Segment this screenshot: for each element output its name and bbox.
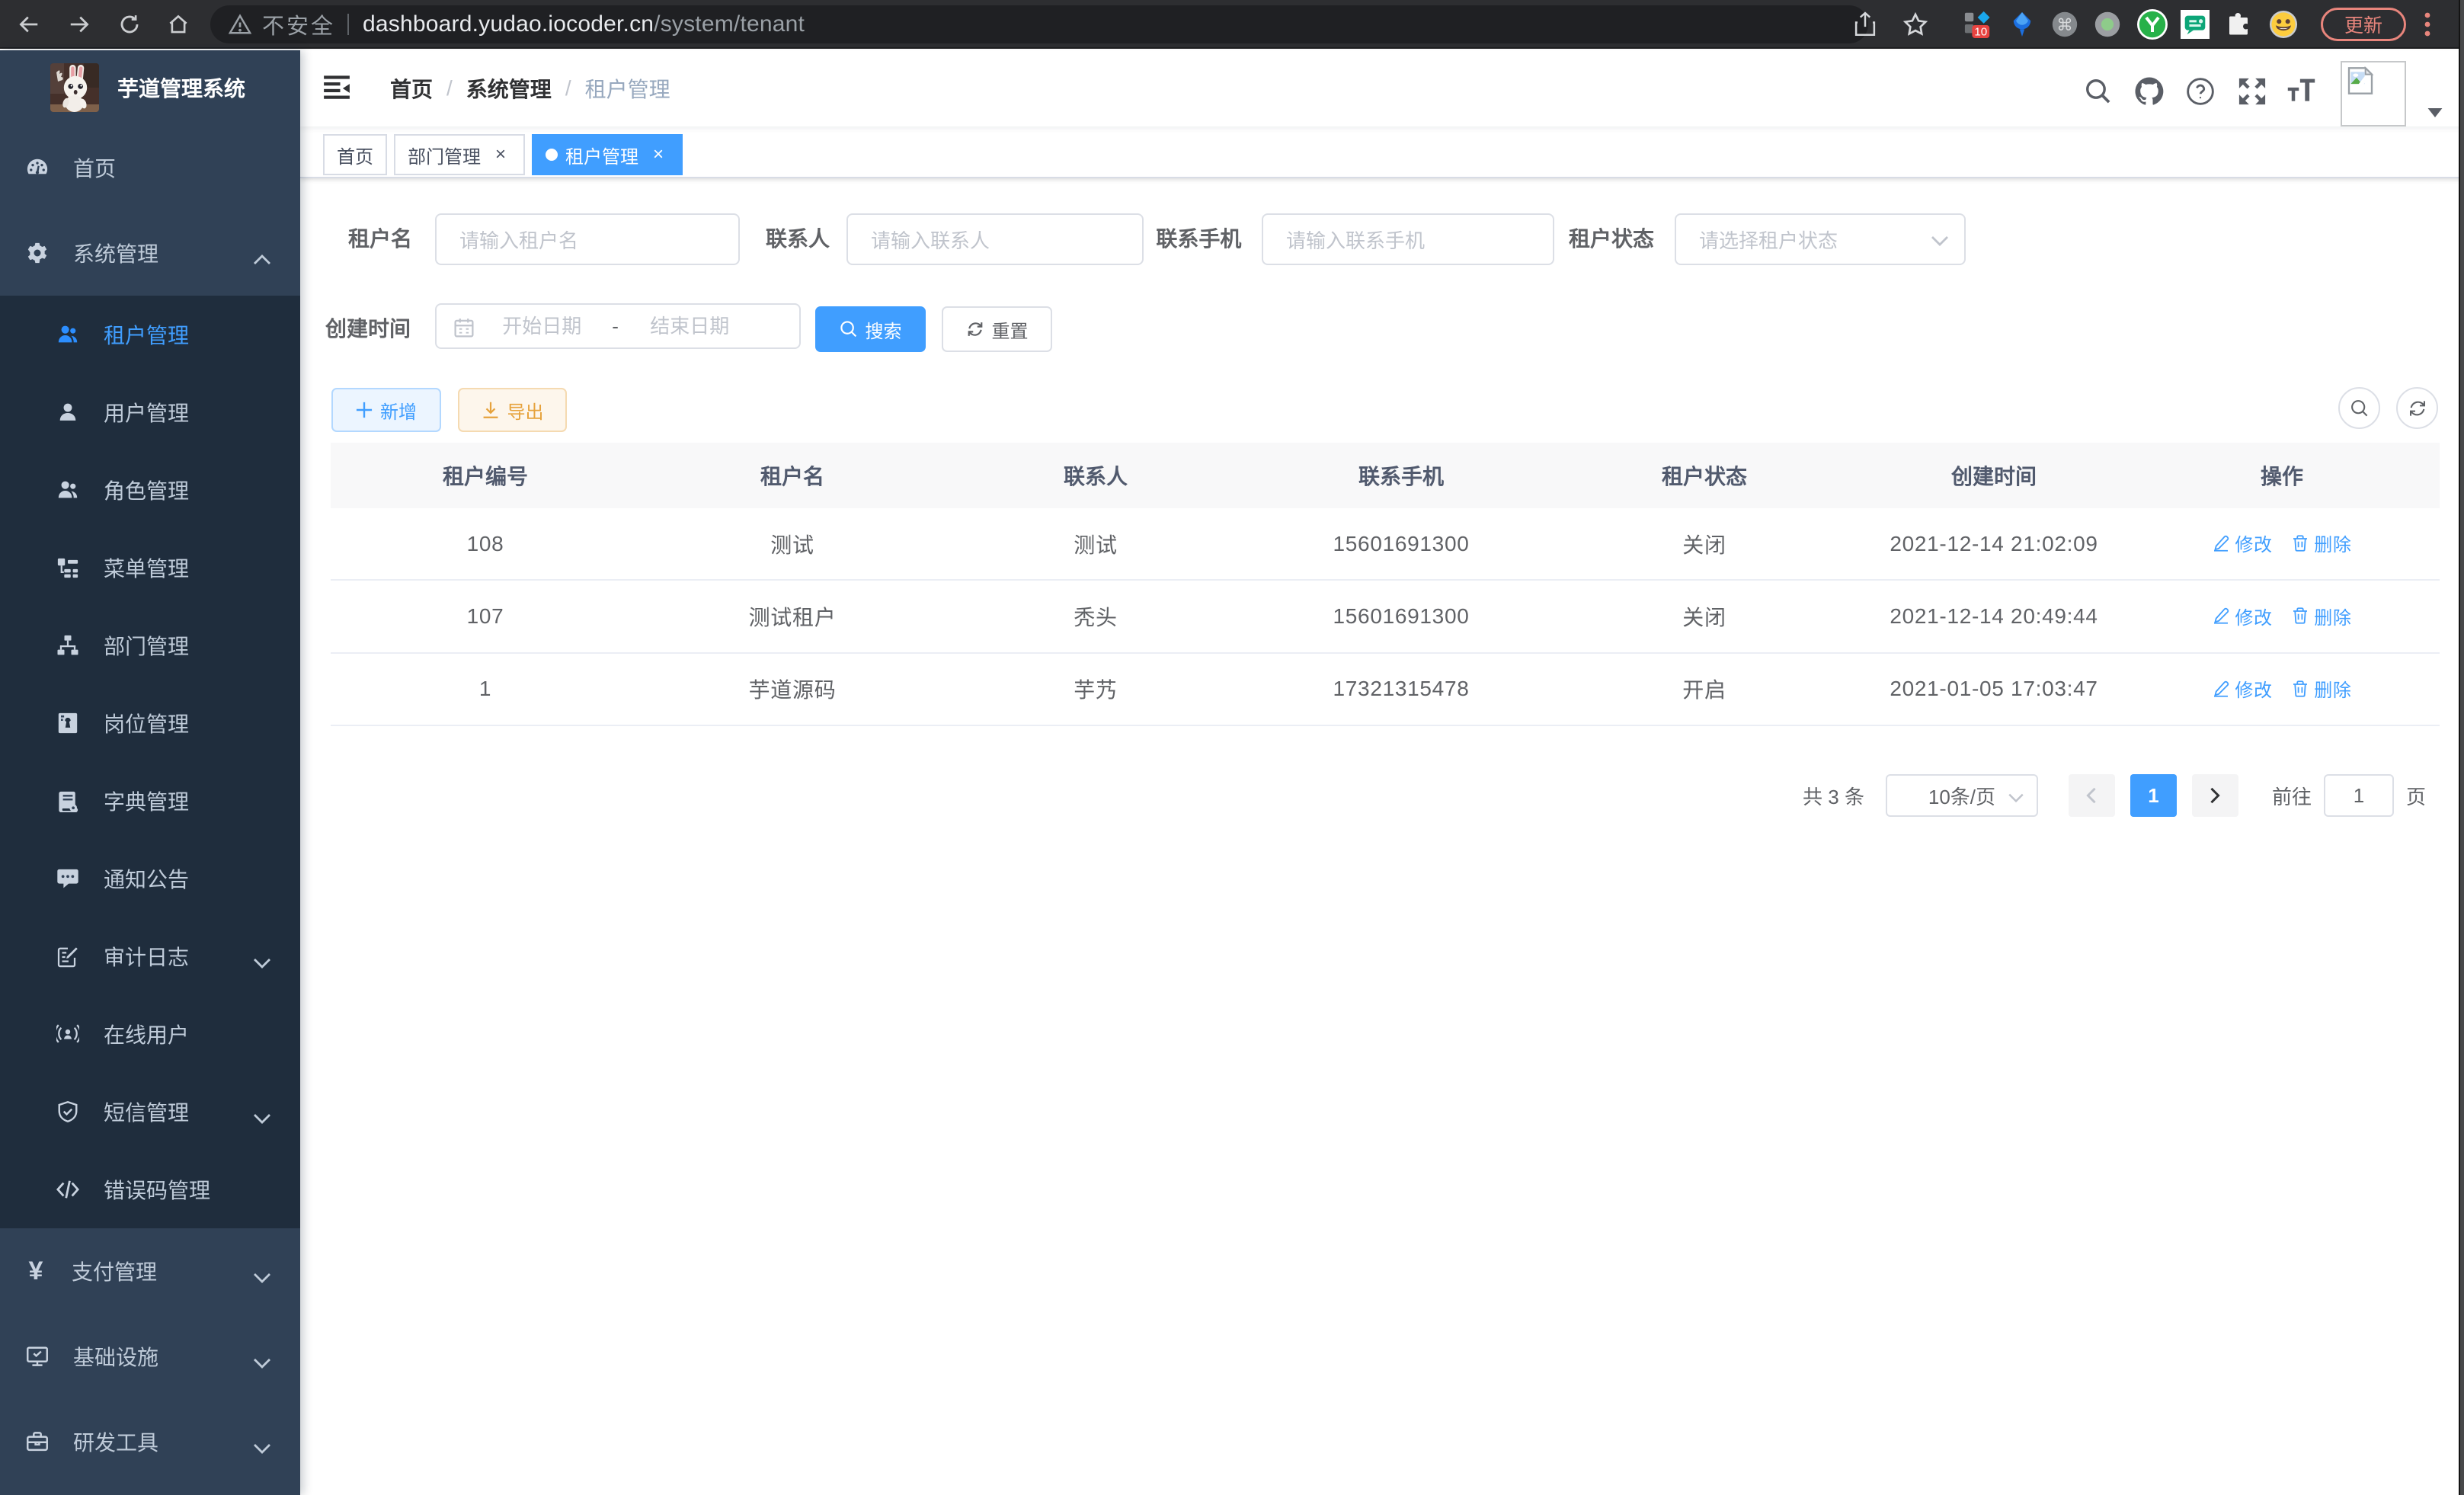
svg-text:10: 10 xyxy=(1974,25,1987,38)
svg-text:⌘: ⌘ xyxy=(2056,15,2073,34)
